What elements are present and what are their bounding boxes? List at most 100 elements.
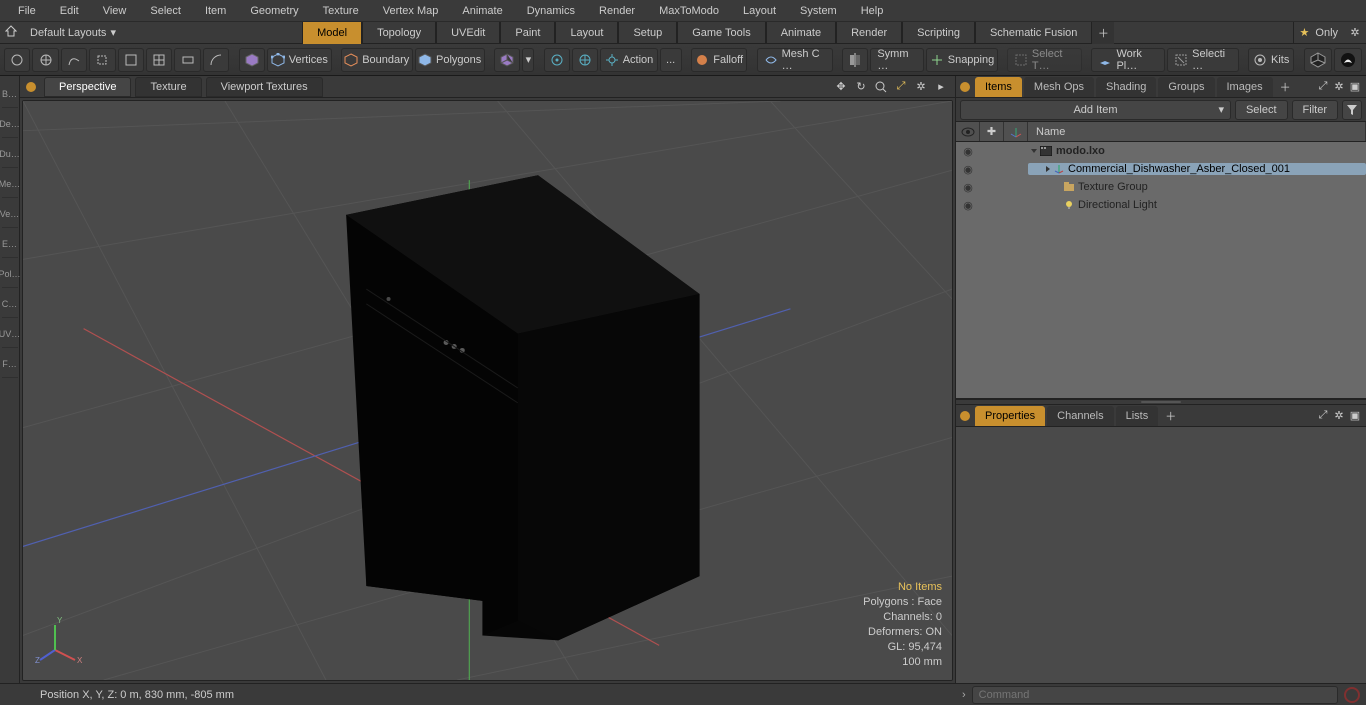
tool-globe[interactable] (32, 48, 58, 72)
menu-view[interactable]: View (91, 5, 139, 17)
tab-uvedit[interactable]: UVEdit (436, 22, 500, 44)
sel-vertices[interactable]: Vertices (267, 48, 332, 72)
prop-tabs-add[interactable]: ＋ (1159, 408, 1182, 424)
col-name-header[interactable]: Name (1028, 122, 1366, 141)
tab-layout[interactable]: Layout (555, 22, 618, 44)
eye-icon[interactable]: ◉ (956, 199, 980, 212)
action-center-b[interactable] (572, 48, 598, 72)
panel-expand-icon[interactable]: ⤢ (1316, 80, 1330, 94)
action-center-a[interactable] (544, 48, 570, 72)
falloff-button[interactable]: Falloff (691, 48, 747, 72)
items-panel-menu-icon[interactable] (960, 82, 970, 92)
tab-items[interactable]: Items (975, 77, 1022, 97)
disclosure-icon[interactable] (1046, 166, 1050, 172)
engine-cube-icon[interactable] (1304, 48, 1332, 72)
menu-dynamics[interactable]: Dynamics (515, 5, 587, 17)
eye-icon[interactable]: ◉ (956, 145, 980, 158)
vp-rotate-icon[interactable]: ↻ (853, 79, 869, 95)
menu-vertexmap[interactable]: Vertex Map (371, 5, 451, 17)
tool-grid[interactable] (146, 48, 172, 72)
kits-button[interactable]: Kits (1248, 48, 1294, 72)
selection-set-button[interactable]: Selecti … (1167, 48, 1239, 72)
tab-model[interactable]: Model (302, 22, 362, 44)
menu-texture[interactable]: Texture (311, 5, 371, 17)
menu-help[interactable]: Help (849, 5, 896, 17)
items-funnel-icon[interactable] (1342, 100, 1362, 120)
menu-render[interactable]: Render (587, 5, 647, 17)
menu-system[interactable]: System (788, 5, 849, 17)
lg-1[interactable]: De… (2, 110, 18, 138)
disclosure-icon[interactable] (1031, 149, 1037, 153)
action-more[interactable]: ... (660, 48, 682, 72)
viewport-tab-texture[interactable]: Texture (135, 77, 201, 97)
tab-images[interactable]: Images (1217, 77, 1273, 97)
items-filter-button[interactable]: Filter (1292, 100, 1338, 120)
tab-paint[interactable]: Paint (500, 22, 555, 44)
tab-channels[interactable]: Channels (1047, 406, 1113, 426)
tool-arc[interactable] (203, 48, 229, 72)
menu-geometry[interactable]: Geometry (238, 5, 310, 17)
add-layout-tab[interactable]: ＋ (1092, 22, 1114, 44)
col-axis-icon[interactable] (1004, 122, 1028, 141)
viewport-tab-viewport-textures[interactable]: Viewport Textures (206, 77, 323, 97)
menu-item[interactable]: Item (193, 5, 238, 17)
tab-setup[interactable]: Setup (618, 22, 677, 44)
col-plus-icon[interactable]: ✚ (980, 122, 1004, 141)
symm-icon[interactable] (842, 48, 868, 72)
panel-expand-icon[interactable]: ⤢ (1316, 409, 1330, 423)
tool-rect[interactable] (174, 48, 200, 72)
vp-zoom-icon[interactable] (873, 79, 889, 95)
tab-render[interactable]: Render (836, 22, 902, 44)
item-row-texturegroup[interactable]: ◉ Texture Group (956, 178, 1366, 196)
tool-bbox[interactable] (118, 48, 144, 72)
lg-5[interactable]: E… (2, 230, 18, 258)
prop-panel-menu-icon[interactable] (960, 411, 970, 421)
lg-4[interactable]: Ve… (2, 200, 18, 228)
tool-lasso[interactable] (89, 48, 115, 72)
viewport-tab-perspective[interactable]: Perspective (44, 77, 131, 97)
tab-groups[interactable]: Groups (1158, 77, 1214, 97)
home-icon[interactable] (0, 25, 22, 40)
vp-more-icon[interactable]: ▸ (933, 79, 949, 95)
items-tree[interactable]: ◉ modo.lxo ◉ Commercial_Dishwasher_Asber… (956, 142, 1366, 399)
vp-options-icon[interactable]: ✲ (913, 79, 929, 95)
tool-circle[interactable] (4, 48, 30, 72)
sel-boundary[interactable]: Boundary (341, 48, 413, 72)
lg-7[interactable]: C… (2, 290, 18, 318)
symm-button[interactable]: Symm … (870, 48, 924, 72)
layouts-dropdown[interactable]: Default Layouts ▾ (22, 26, 124, 39)
action-button[interactable]: Action (600, 48, 657, 72)
viewport-tabs-menu-icon[interactable] (26, 82, 36, 92)
only-toggle[interactable]: ★ Only (1293, 22, 1345, 44)
record-icon[interactable] (1344, 687, 1360, 703)
item-row-scene[interactable]: ◉ modo.lxo (956, 142, 1366, 160)
vp-move-icon[interactable]: ✥ (833, 79, 849, 95)
lg-9[interactable]: F… (2, 350, 18, 378)
tab-lists[interactable]: Lists (1116, 406, 1159, 426)
tab-properties[interactable]: Properties (975, 406, 1045, 426)
axis-widget[interactable]: X Y Z (35, 615, 85, 668)
command-input[interactable] (972, 686, 1338, 704)
select-through-button[interactable]: Select T… (1007, 48, 1082, 72)
panel-close-icon[interactable]: ▣ (1348, 409, 1362, 423)
menu-file[interactable]: File (6, 5, 48, 17)
lg-6[interactable]: Pol… (2, 260, 18, 288)
lg-8[interactable]: UV… (2, 320, 18, 348)
menu-select[interactable]: Select (138, 5, 193, 17)
snapping-button[interactable]: Snapping (926, 48, 997, 72)
viewport-3d[interactable]: X Y Z No Items Polygons : Face Channels:… (22, 100, 953, 681)
tool-path[interactable] (61, 48, 87, 72)
lg-0[interactable]: B… (2, 80, 18, 108)
settings-icon[interactable]: ✲ (1344, 26, 1366, 39)
lg-3[interactable]: Me… (2, 170, 18, 198)
mesh-constraint-button[interactable]: Mesh C … (757, 48, 833, 72)
panel-gear-icon[interactable]: ✲ (1332, 409, 1346, 423)
tab-scripting[interactable]: Scripting (902, 22, 975, 44)
col-eye-icon[interactable] (956, 122, 980, 141)
tab-topology[interactable]: Topology (362, 22, 436, 44)
sel-polygons[interactable]: Polygons (415, 48, 485, 72)
sel-cube-dd[interactable]: ▾ (522, 48, 534, 72)
vp-fit-icon[interactable]: ⤢ (893, 79, 909, 95)
panel-close-icon[interactable]: ▣ (1348, 80, 1362, 94)
tab-animate[interactable]: Animate (766, 22, 836, 44)
